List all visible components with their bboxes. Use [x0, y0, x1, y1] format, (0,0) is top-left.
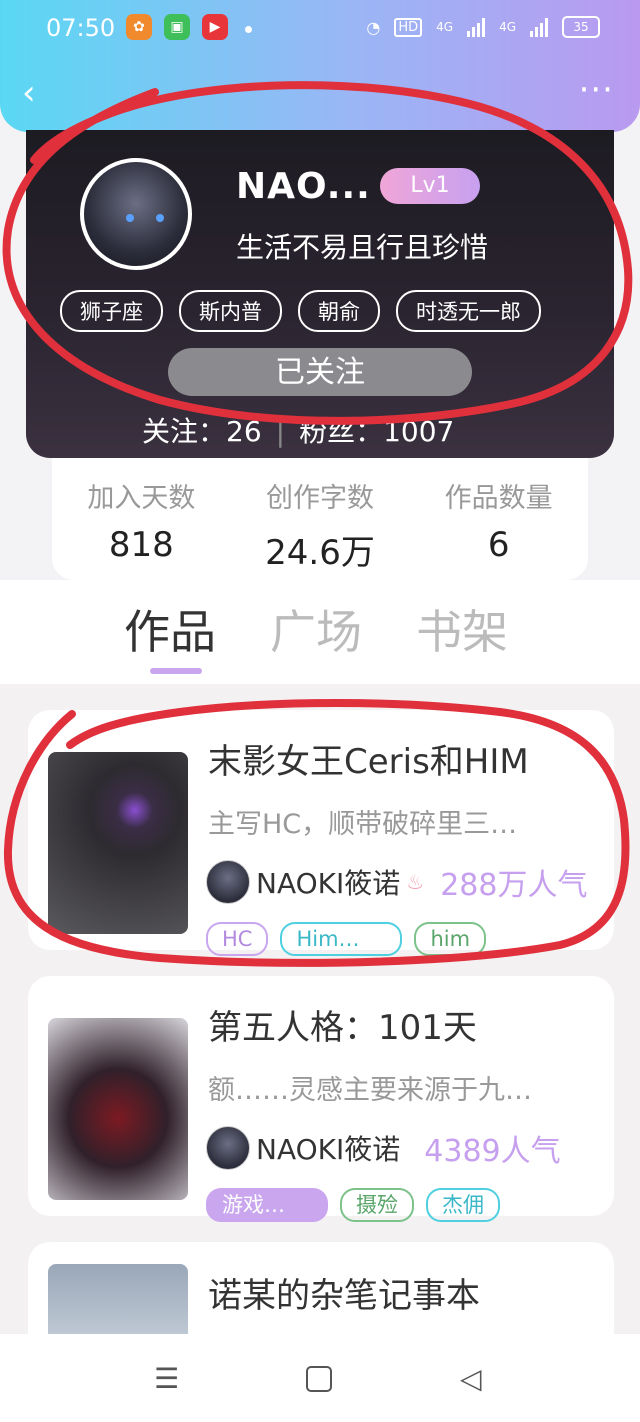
signal-icon — [467, 17, 486, 37]
menu-icon[interactable]: ☰ — [154, 1362, 179, 1395]
work-description: 额……灵感主要来源于九… — [208, 1075, 532, 1106]
more-options-icon[interactable]: ··· — [579, 73, 614, 107]
fire-icon: ♨ — [406, 870, 425, 894]
work-author-row: NAOKI筱诺 4389人气 — [206, 1126, 561, 1170]
app-notification-icon: ▣ — [164, 14, 190, 40]
back-arrow-icon[interactable]: ‹ — [22, 76, 46, 110]
tab-bookshelf[interactable]: 书架 — [416, 596, 508, 662]
level-badge: Lv1 — [380, 168, 480, 204]
works-list: 末影女王Ceris和HIM 主写HC，顺带破碎里三… NAOKI筱诺 ♨ 288… — [0, 684, 640, 1334]
work-description: 主写HC，顺带破碎里三… — [208, 809, 518, 840]
work-author-row: NAOKI筱诺 ♨ 288万人气 — [206, 860, 587, 904]
tab-plaza[interactable]: 广场 — [270, 596, 362, 662]
work-title: 末影女王Ceris和HIM — [208, 742, 529, 782]
active-tab-indicator — [150, 668, 202, 674]
follow-button[interactable]: 已关注 — [168, 348, 472, 396]
profile-name: NAO... — [236, 166, 371, 207]
work-title: 诺某的杂笔记事本 — [208, 1276, 480, 1316]
author-name: NAOKI筱诺 — [256, 867, 401, 900]
network-label: 4G — [499, 20, 516, 34]
status-indicators: ◔ HD 4G 4G 35 — [366, 16, 600, 38]
work-tag[interactable]: Him… — [280, 922, 403, 956]
wifi-icon: ◔ — [366, 17, 381, 37]
work-cover-image — [48, 1018, 188, 1200]
divider: | — [275, 415, 286, 448]
work-cover-image — [48, 1264, 188, 1334]
stat-works-count: 作品数量 6 — [409, 458, 588, 580]
work-tag[interactable]: him — [414, 922, 487, 956]
stat-value: 6 — [487, 525, 510, 565]
fans-count[interactable]: 粉丝：1007 — [299, 415, 454, 448]
follow-counts: 关注：26 | 粉丝：1007 — [142, 410, 454, 450]
popularity-count: 288万人气 — [440, 868, 588, 903]
work-tag[interactable]: 杰佣 — [426, 1188, 500, 1222]
avatar-eye — [156, 214, 164, 222]
work-card[interactable]: 诺某的杂笔记事本 — [28, 1242, 614, 1334]
profile-motto: 生活不易且行且珍惜 — [236, 231, 489, 264]
work-title: 第五人格：101天 — [208, 1008, 477, 1048]
work-card[interactable]: 第五人格：101天 额……灵感主要来源于九… NAOKI筱诺 4389人气 游戏… — [28, 976, 614, 1222]
video-app-icon: ▶ — [202, 14, 228, 40]
following-count[interactable]: 关注：26 — [142, 415, 262, 448]
work-tags: 游戏… 摄殓 杰佣 — [206, 1188, 500, 1222]
profile-tag[interactable]: 朝俞 — [298, 290, 380, 332]
profile-tags: 狮子座 斯内普 朝俞 时透无一郎 — [60, 290, 541, 332]
header-bar: 07:50 ✿ ▣ ▶ ◔ HD 4G 4G 35 ‹ ··· — [0, 0, 640, 132]
profile-tag[interactable]: 斯内普 — [179, 290, 282, 332]
profile-tag[interactable]: 狮子座 — [60, 290, 163, 332]
notification-dot-icon — [245, 26, 252, 33]
system-nav-bar: ☰ ◁ — [0, 1334, 640, 1422]
home-icon[interactable] — [306, 1366, 332, 1392]
work-tag[interactable]: 摄殓 — [340, 1188, 414, 1222]
hd-badge: HD — [394, 17, 423, 37]
work-tag[interactable]: HC — [206, 922, 269, 956]
work-card[interactable]: 末影女王Ceris和HIM 主写HC，顺带破碎里三… NAOKI筱诺 ♨ 288… — [28, 710, 614, 956]
stats-panel: 加入天数 818 创作字数 24.6万 作品数量 6 — [52, 458, 588, 580]
tab-bar: 作品 广场 书架 — [0, 580, 640, 684]
back-icon[interactable]: ◁ — [460, 1362, 482, 1395]
status-time: 07:50 — [46, 14, 116, 42]
stat-value: 818 — [108, 525, 174, 565]
status-app-icons: ✿ ▣ ▶ — [126, 14, 228, 40]
popularity-count: 4389人气 — [424, 1134, 561, 1169]
app-notification-icon: ✿ — [126, 14, 152, 40]
profile-card: NAO... Lv1 生活不易且行且珍惜 狮子座 斯内普 朝俞 时透无一郎 已关… — [26, 130, 614, 458]
battery-icon: 35 — [562, 16, 600, 38]
work-tags: HC Him… him — [206, 922, 487, 956]
stat-word-count: 创作字数 24.6万 — [231, 458, 410, 580]
profile-tag[interactable]: 时透无一郎 — [396, 290, 541, 332]
signal-icon — [530, 17, 548, 37]
stat-label: 创作字数 — [266, 483, 374, 514]
avatar-eye — [126, 214, 134, 222]
work-tag[interactable]: 游戏… — [206, 1188, 328, 1222]
stat-join-days: 加入天数 818 — [52, 458, 231, 580]
tab-works[interactable]: 作品 — [124, 596, 216, 662]
network-label: 4G — [436, 20, 454, 34]
stat-label: 加入天数 — [87, 483, 196, 514]
work-cover-image — [48, 752, 188, 934]
avatar[interactable] — [80, 158, 192, 270]
stat-label: 作品数量 — [444, 483, 553, 514]
stat-value: 24.6万 — [265, 533, 375, 573]
author-avatar — [206, 1126, 250, 1170]
author-name: NAOKI筱诺 — [256, 1133, 401, 1166]
author-avatar — [206, 860, 250, 904]
